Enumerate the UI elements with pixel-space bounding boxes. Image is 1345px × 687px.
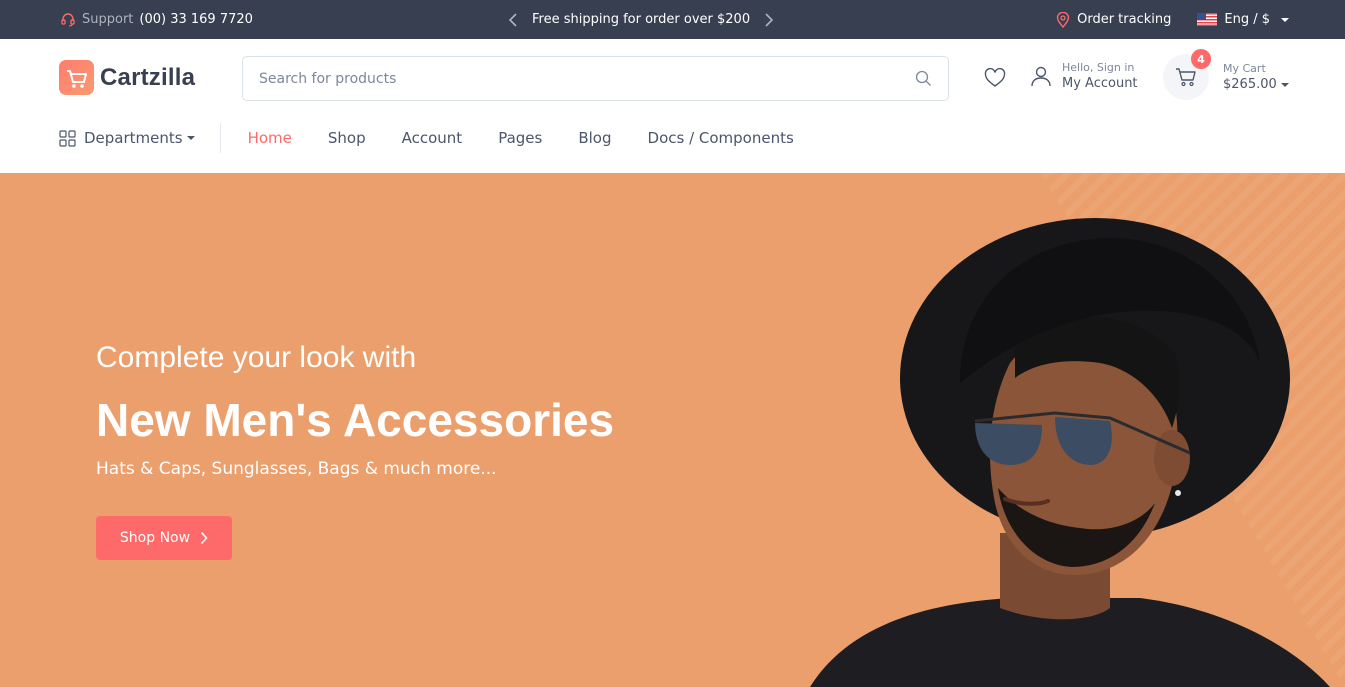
- search-bar: [242, 56, 949, 101]
- cart-total-value: $265.00: [1223, 77, 1277, 92]
- headset-icon: [61, 12, 75, 27]
- map-pin-icon: [1056, 11, 1070, 28]
- main-nav: Departments Home Shop Account Pages Blog…: [59, 123, 794, 153]
- support-phone[interactable]: (00) 33 169 7720: [139, 12, 253, 27]
- cart-label: My Cart: [1223, 62, 1266, 75]
- account-greeting: Hello, Sign in: [1062, 61, 1135, 74]
- account-link[interactable]: Hello, Sign in My Account: [1030, 61, 1138, 91]
- departments-dropdown[interactable]: Departments: [59, 123, 221, 153]
- account-label: My Account: [1062, 76, 1138, 91]
- language-currency-dropdown[interactable]: Eng / $: [1197, 12, 1289, 27]
- search-input[interactable]: [259, 70, 915, 87]
- heart-icon: [984, 67, 1006, 87]
- language-label: Eng / $: [1224, 12, 1270, 27]
- wishlist-button[interactable]: [984, 67, 1006, 92]
- support-label: Support: [82, 12, 134, 27]
- cart-logo-icon: [59, 60, 94, 95]
- hero-subtitle: Hats & Caps, Sunglasses, Bags & much mor…: [96, 459, 497, 479]
- support-contact[interactable]: Support (00) 33 169 7720: [60, 0, 253, 39]
- cart-icon-wrapper: 4: [1163, 49, 1211, 100]
- cart-button[interactable]: 4 My Cart $265.00: [1163, 49, 1289, 100]
- nav-link-docs[interactable]: Docs / Components: [648, 129, 794, 147]
- hero-banner: Complete your look with New Men's Access…: [0, 173, 1345, 687]
- search-icon[interactable]: [915, 70, 932, 87]
- shop-now-label: Shop Now: [119, 530, 191, 546]
- promo-carousel: Free shipping for order over $200: [508, 0, 774, 39]
- order-tracking-label: Order tracking: [1077, 12, 1172, 27]
- header: Cartzilla Hello, Sign in My Account: [0, 39, 1345, 173]
- promo-text: Free shipping for order over $200: [532, 12, 751, 27]
- grid-icon: [59, 129, 76, 147]
- caret-down-icon: [1280, 82, 1289, 87]
- departments-label: Departments: [84, 129, 183, 147]
- nav-link-account[interactable]: Account: [402, 129, 463, 147]
- caret-down-icon: [186, 136, 195, 140]
- us-flag-icon: [1197, 13, 1218, 26]
- nav-link-pages[interactable]: Pages: [498, 129, 542, 147]
- logo[interactable]: Cartzilla: [59, 60, 195, 95]
- nav-link-home[interactable]: Home: [248, 129, 292, 147]
- nav-link-blog[interactable]: Blog: [578, 129, 611, 147]
- topbar: Support (00) 33 169 7720 Free shipping f…: [0, 0, 1345, 39]
- logo-text: Cartzilla: [100, 63, 196, 91]
- chevron-left-icon[interactable]: [508, 12, 518, 28]
- nav-link-shop[interactable]: Shop: [328, 129, 366, 147]
- hero-model-image: [810, 218, 1330, 687]
- chevron-right-icon: [200, 531, 208, 545]
- order-tracking-link[interactable]: Order tracking: [1056, 11, 1172, 28]
- cart-count-badge: 4: [1191, 49, 1211, 69]
- hero-title: New Men's Accessories: [96, 394, 615, 446]
- chevron-right-icon[interactable]: [764, 12, 774, 28]
- shop-now-button[interactable]: Shop Now: [96, 516, 232, 560]
- cart-icon: [1176, 68, 1196, 87]
- hero-pretitle: Complete your look with: [96, 341, 417, 374]
- caret-down-icon: [1281, 17, 1289, 22]
- user-icon: [1031, 66, 1051, 87]
- nav-links: Home Shop Account Pages Blog Docs / Comp…: [221, 129, 794, 147]
- cart-total: $265.00: [1223, 77, 1289, 92]
